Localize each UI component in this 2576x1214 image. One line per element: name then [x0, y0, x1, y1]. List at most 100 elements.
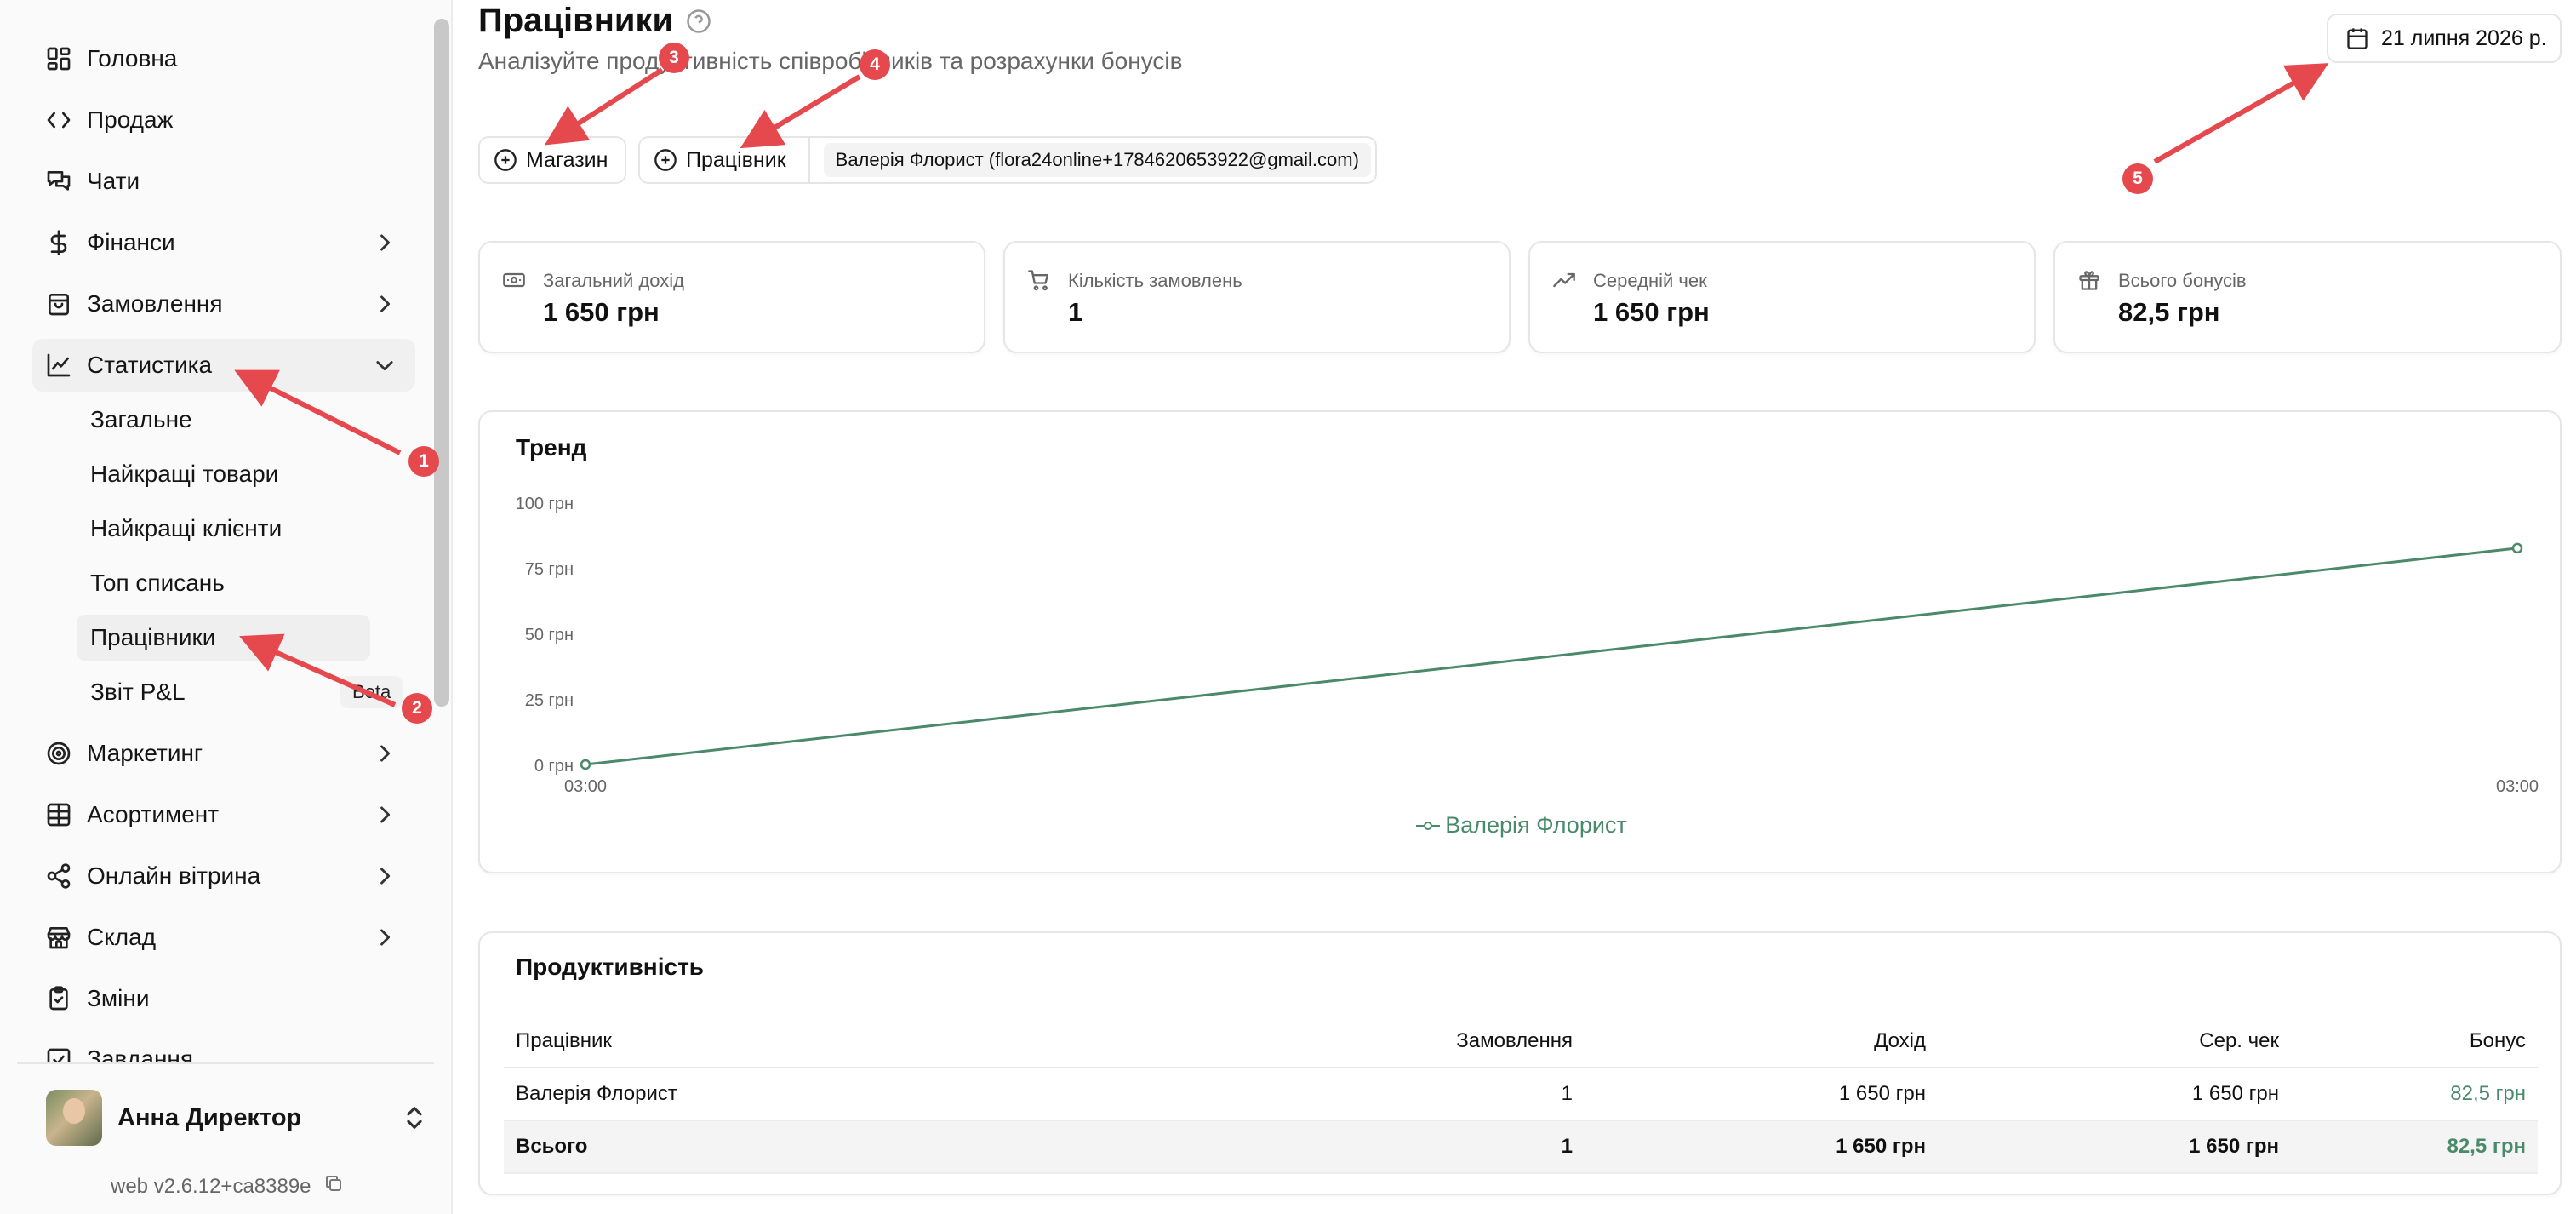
- stat-label: Середній чек: [1593, 270, 1707, 291]
- avatar: [46, 1090, 102, 1146]
- y-tick-label: 0 грн: [534, 757, 574, 776]
- user-menu[interactable]: Анна Директор: [46, 1088, 429, 1148]
- help-circle-icon[interactable]: [686, 9, 711, 34]
- sidebar-item-shifts[interactable]: Зміни: [32, 972, 415, 1025]
- sidebar-item-label: Зміни: [87, 985, 150, 1011]
- sidebar-item-assortment[interactable]: Асортимент: [32, 788, 415, 841]
- plus-circle-icon: [654, 149, 677, 171]
- trend-chart: 0 грн 25 грн 50 грн 75 грн 100 грн 03:00 03:00: [516, 495, 2539, 796]
- table-grid-icon: [44, 800, 73, 829]
- selected-employee-chip[interactable]: Валерія Флорист (flora24online+178462065…: [823, 143, 1371, 177]
- calendar-icon: [2347, 28, 2368, 49]
- stat-value: 1 650 грн: [1593, 297, 1710, 327]
- store-icon: [44, 923, 73, 952]
- chevron-right-icon: [373, 742, 397, 765]
- sidebar-item-statistics[interactable]: Статистика: [32, 339, 415, 392]
- copy-icon[interactable]: [311, 1173, 344, 1200]
- cell-total-bonus: 82,5 грн: [2291, 1120, 2538, 1174]
- annotation-badge-2: 2: [402, 693, 432, 724]
- code-brackets-icon: [44, 106, 73, 135]
- page-subtitle: Аналізуйте продуктивність співробітників…: [478, 48, 1183, 74]
- sidebar-item-label: Чати: [87, 168, 140, 194]
- annotation-badge-5: 5: [2122, 163, 2153, 194]
- sidebar-item-home[interactable]: Головна: [32, 32, 415, 85]
- sidebar-divider: [17, 1062, 434, 1064]
- sidebar-subitem-label: Найкращі клієнти: [90, 515, 283, 541]
- cell-revenue: 1 650 грн: [1585, 1068, 1938, 1121]
- dashboard-grid-icon: [44, 44, 73, 73]
- clipboard-check-icon: [44, 984, 73, 1013]
- chevron-right-icon: [373, 925, 397, 949]
- annotation-arrow-5: [2153, 63, 2329, 164]
- column-header-employee[interactable]: Працівник: [504, 1015, 1270, 1068]
- sidebar-item-label: Статистика: [87, 352, 213, 378]
- annotation-badge-3: 3: [659, 43, 689, 73]
- store-filter-button[interactable]: Магазин: [478, 136, 626, 184]
- y-tick-label: 100 грн: [516, 495, 574, 513]
- sidebar-item-chats[interactable]: Чати: [32, 155, 415, 208]
- column-header-avg-check[interactable]: Сер. чек: [1938, 1015, 2291, 1068]
- employee-filter-label: Працівник: [686, 147, 786, 172]
- annotation-arrow-4: [740, 74, 861, 149]
- sidebar-item-online-store[interactable]: Онлайн вітрина: [32, 850, 415, 902]
- sidebar-item-label: Завдання: [87, 1045, 194, 1062]
- chart-legend: Валерія Флорист: [480, 812, 2563, 839]
- share-icon: [44, 862, 73, 890]
- column-header-revenue[interactable]: Дохід: [1585, 1015, 1938, 1068]
- series-line: [585, 547, 2518, 766]
- sidebar-scrollbar[interactable]: [434, 19, 449, 707]
- cell-employee: Валерія Флорист: [504, 1068, 1270, 1121]
- dollar-icon: [44, 228, 73, 257]
- cell-bonus: 82,5 грн: [2291, 1068, 2538, 1121]
- annotation-badge-1: 1: [408, 446, 439, 477]
- sidebar-subitem-top-writeoffs[interactable]: Топ списань: [77, 560, 370, 606]
- date-picker-button[interactable]: 21 липня 2026 р.: [2327, 14, 2562, 63]
- sidebar-item-tasks[interactable]: Завдання: [32, 1034, 415, 1062]
- sidebar: Головна Продаж Чати Фінанси Замовлення С…: [0, 0, 453, 1214]
- cell-total-orders: 1: [1270, 1120, 1585, 1174]
- filter-separator: [808, 136, 810, 184]
- legend-series-name: Валерія Флорист: [1445, 812, 1627, 838]
- sidebar-item-label: Продаж: [87, 106, 174, 133]
- stat-card-average-check: Середній чек 1 650 грн: [1528, 241, 2036, 353]
- data-point[interactable]: [580, 759, 591, 770]
- performance-table: Працівник Замовлення Дохід Сер. чек Бону…: [504, 1015, 2538, 1174]
- sidebar-subitem-top-clients[interactable]: Найкращі клієнти: [77, 506, 370, 552]
- line-chart-icon: [44, 351, 73, 380]
- stat-label: Кількість замовлень: [1068, 270, 1242, 291]
- y-tick-label: 50 грн: [525, 626, 574, 644]
- sidebar-item-marketing[interactable]: Маркетинг: [32, 727, 415, 780]
- trend-panel: Тренд 0 грн 25 грн 50 грн 75 грн 100 грн 03:0…: [478, 410, 2562, 873]
- stat-card-total-bonus: Всього бонусів 82,5 грн: [2053, 241, 2562, 353]
- column-header-bonus[interactable]: Бонус: [2291, 1015, 2538, 1068]
- chevron-down-icon: [373, 353, 397, 377]
- table-total-row: Всього 1 1 650 грн 1 650 грн 82,5 грн: [504, 1120, 2538, 1174]
- sidebar-subitem-general[interactable]: Загальне: [77, 397, 370, 443]
- x-tick-label: 03:00: [564, 777, 607, 796]
- sidebar-item-sales[interactable]: Продаж: [32, 94, 415, 146]
- sidebar-subitem-label: Найкращі товари: [90, 461, 279, 487]
- sidebar-subitem-top-products[interactable]: Найкращі товари: [77, 451, 370, 497]
- sidebar-item-finance[interactable]: Фінанси: [32, 216, 415, 269]
- sidebar-item-orders[interactable]: Замовлення: [32, 278, 415, 330]
- data-point[interactable]: [2511, 542, 2523, 554]
- sidebar-subitem-employees[interactable]: Працівники: [77, 615, 370, 661]
- x-tick-label: 03:00: [2496, 777, 2539, 796]
- stat-value: 1 650 грн: [543, 297, 660, 327]
- sidebar-subitem-label: Топ списань: [90, 570, 225, 596]
- table-row[interactable]: Валерія Флорист 1 1 650 грн 1 650 грн 82…: [504, 1068, 2538, 1121]
- sidebar-subitem-label: Звіт P&L: [90, 679, 186, 705]
- user-name: Анна Директор: [117, 1103, 302, 1131]
- date-text: 21 липня 2026 р.: [2381, 26, 2547, 50]
- chevron-right-icon: [373, 292, 397, 316]
- annotation-badge-4: 4: [860, 49, 890, 80]
- employee-filter-button[interactable]: Працівник Валерія Флорист (flora24online…: [638, 136, 1377, 184]
- target-icon: [44, 739, 73, 768]
- chevron-right-icon: [373, 803, 397, 827]
- sidebar-item-warehouse[interactable]: Склад: [32, 911, 415, 964]
- column-header-orders[interactable]: Замовлення: [1270, 1015, 1585, 1068]
- stat-card-total-revenue: Загальний дохід 1 650 грн: [478, 241, 985, 353]
- shopping-bag-icon: [44, 289, 73, 318]
- cell-total-label: Всього: [504, 1120, 1270, 1174]
- sidebar-subitem-pnl-report[interactable]: Звіт P&L Beta: [77, 669, 403, 715]
